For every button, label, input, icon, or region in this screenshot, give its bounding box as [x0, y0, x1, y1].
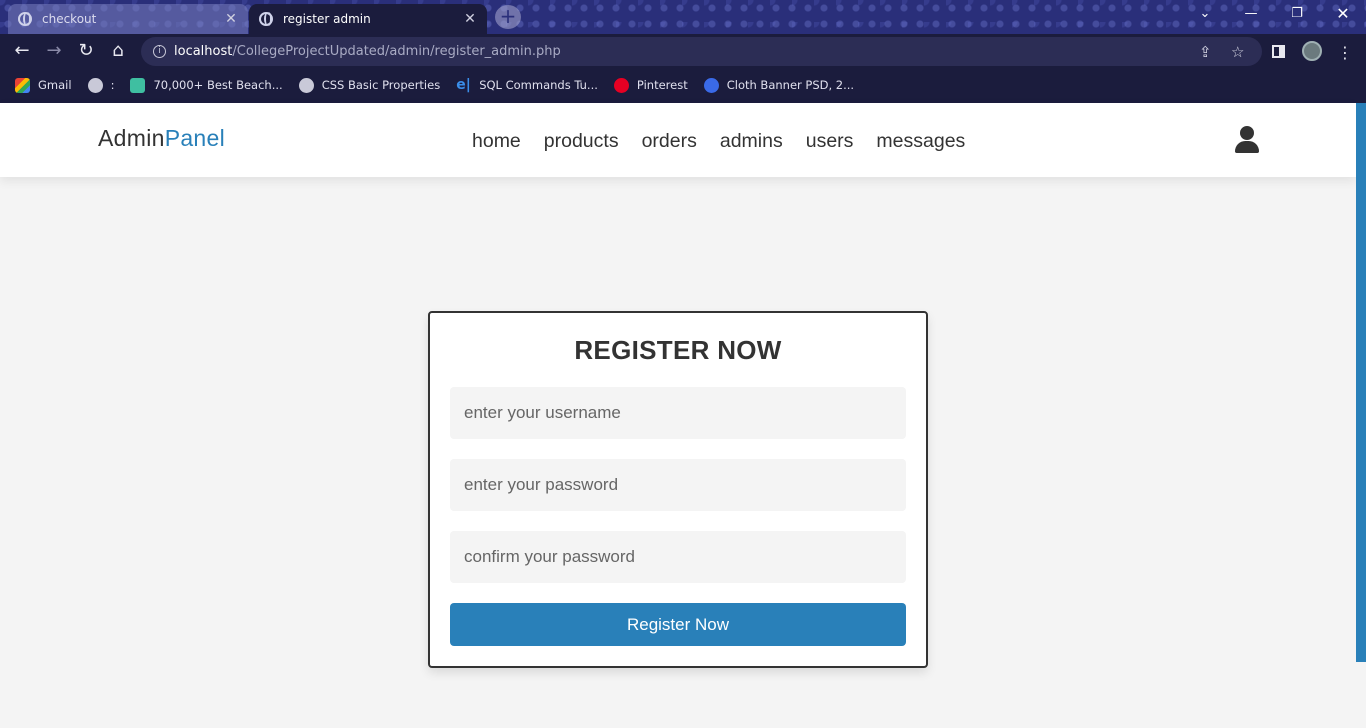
address-bar[interactable]: i localhost /CollegeProjectUpdated/admin…: [141, 37, 1262, 66]
pinterest-icon: [613, 77, 629, 93]
tab-title: register admin: [283, 12, 371, 26]
bookmark-label: :: [110, 78, 115, 92]
profile-avatar[interactable]: [1302, 41, 1322, 61]
logo-main: Admin: [98, 125, 165, 151]
globe-icon: [18, 12, 32, 26]
bookmark-colon[interactable]: :: [87, 77, 115, 93]
user-icon-head: [1240, 126, 1254, 140]
tab-strip: checkout ✕ register admin ✕ + ⌄ — ❐ ✕: [0, 0, 1366, 34]
bookmark-label: 70,000+ Best Beach...: [153, 78, 283, 92]
bookmark-css[interactable]: CSS Basic Properties: [298, 77, 441, 93]
nav-users[interactable]: users: [806, 130, 854, 153]
crown-icon: [703, 77, 719, 93]
bookmark-label: Pinterest: [636, 78, 688, 92]
home-icon[interactable]: ⌂: [107, 40, 129, 62]
nav-admins[interactable]: admins: [720, 130, 783, 153]
close-icon[interactable]: ✕: [224, 11, 238, 27]
bookmark-label: CSS Basic Properties: [321, 78, 441, 92]
nav-orders[interactable]: orders: [642, 130, 697, 153]
share-icon[interactable]: ⇪: [1199, 43, 1212, 61]
tab-search-icon[interactable]: ⌄: [1195, 6, 1215, 21]
nav-messages[interactable]: messages: [876, 130, 965, 153]
password-input[interactable]: [450, 459, 906, 511]
logo[interactable]: AdminPanel: [98, 125, 225, 152]
close-icon[interactable]: ✕: [463, 11, 477, 27]
e-icon: e|: [456, 76, 471, 93]
bookmark-label: Gmail: [38, 78, 72, 92]
globe-icon: [298, 77, 314, 93]
restore-icon[interactable]: ❐: [1287, 6, 1307, 21]
tab-checkout[interactable]: checkout ✕: [8, 4, 248, 34]
bookmark-sql[interactable]: e| SQL Commands Tu...: [456, 76, 598, 93]
site-header: AdminPanel home products orders admins u…: [0, 103, 1356, 177]
bookmark-cloth-banner[interactable]: Cloth Banner PSD, 2...: [703, 77, 855, 93]
browser-chrome: checkout ✕ register admin ✕ + ⌄ — ❐ ✕ ← …: [0, 0, 1366, 103]
confirm-password-input[interactable]: [450, 531, 906, 583]
gmail-icon: [15, 77, 30, 93]
logo-accent: Panel: [164, 125, 226, 151]
reload-icon[interactable]: ↻: [75, 40, 97, 62]
nav-products[interactable]: products: [544, 130, 619, 153]
side-panel-icon[interactable]: [1272, 45, 1285, 58]
browser-toolbar: ← → ↻ ⌂ i localhost /CollegeProjectUpdat…: [0, 34, 1366, 70]
bookmarks-bar: Gmail : 70,000+ Best Beach... CSS Basic …: [0, 70, 1366, 100]
bookmark-label: Cloth Banner PSD, 2...: [726, 78, 855, 92]
minimize-icon[interactable]: —: [1241, 6, 1261, 21]
new-tab-button[interactable]: +: [495, 5, 521, 29]
form-title: REGISTER NOW: [574, 335, 782, 365]
globe-icon: [87, 77, 103, 93]
forward-icon[interactable]: →: [43, 40, 65, 62]
bookmark-pinterest[interactable]: Pinterest: [613, 77, 688, 93]
bookmark-beach[interactable]: 70,000+ Best Beach...: [130, 77, 283, 93]
register-button[interactable]: Register Now: [450, 603, 906, 646]
username-input[interactable]: [450, 387, 906, 439]
user-icon-body: [1235, 141, 1259, 153]
bookmark-label: SQL Commands Tu...: [479, 78, 598, 92]
star-icon[interactable]: ☆: [1231, 43, 1244, 61]
user-icon[interactable]: [1234, 126, 1260, 154]
menu-icon[interactable]: ⋮: [1337, 43, 1353, 62]
bookmark-gmail[interactable]: Gmail: [15, 77, 72, 93]
window-close-icon[interactable]: ✕: [1333, 4, 1353, 23]
globe-icon: [259, 12, 273, 26]
register-form: REGISTER NOW Register Now: [428, 311, 928, 668]
site-info-icon[interactable]: i: [153, 45, 166, 58]
back-icon[interactable]: ←: [11, 40, 33, 62]
tab-title: checkout: [42, 12, 97, 26]
page-scrollbar[interactable]: [1356, 103, 1366, 662]
main-nav: home products orders admins users messag…: [472, 130, 988, 153]
tab-register-admin[interactable]: register admin ✕: [249, 4, 487, 34]
d-icon: [130, 77, 146, 93]
url-path: /CollegeProjectUpdated/admin/register_ad…: [232, 44, 561, 59]
url-host: localhost: [174, 44, 233, 59]
nav-home[interactable]: home: [472, 130, 521, 153]
